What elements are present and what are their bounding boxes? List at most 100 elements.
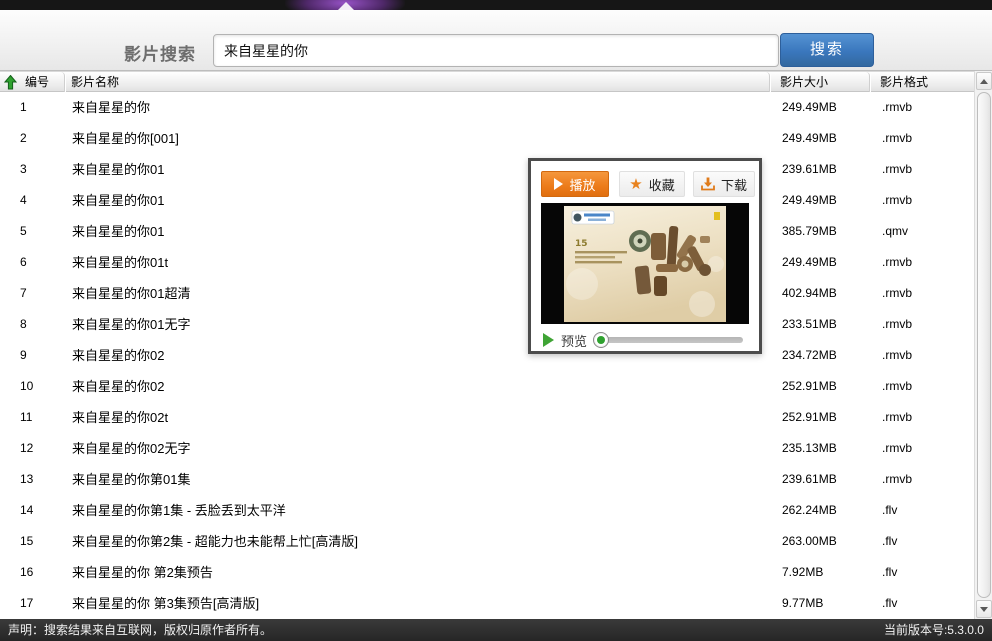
- preview-controls: 预览: [543, 331, 753, 349]
- row-name: 来自星星的你 第3集预告[高清版]: [72, 588, 762, 619]
- column-header-number[interactable]: 编号: [18, 72, 65, 93]
- row-number: 14: [20, 495, 60, 526]
- column-header-format[interactable]: 影片格式: [870, 72, 974, 93]
- column-header-name[interactable]: 影片名称: [65, 72, 770, 93]
- row-format: .flv: [882, 557, 970, 588]
- vertical-scrollbar[interactable]: [974, 71, 992, 619]
- row-format: .flv: [882, 495, 970, 526]
- table-row[interactable]: 12来自星星的你02无字235.13MB.rmvb: [0, 433, 974, 464]
- row-name: 来自星星的你第1集 - 丢脸丢到太平洋: [72, 495, 762, 526]
- row-format: .rmvb: [882, 123, 970, 154]
- table-header: 编号 影片名称 影片大小 影片格式: [0, 71, 974, 92]
- table-row[interactable]: 17来自星星的你 第3集预告[高清版]9.77MB.flv: [0, 588, 974, 619]
- download-button[interactable]: 下载: [693, 171, 755, 197]
- row-format: .rmvb: [882, 247, 970, 278]
- favorite-button-label: 收藏: [649, 175, 675, 194]
- version-text: 当前版本号:5.3.0.0: [884, 619, 984, 641]
- table-row[interactable]: 9来自星星的你02234.72MB.rmvb: [0, 340, 974, 371]
- table-row[interactable]: 6来自星星的你01t249.49MB.rmvb: [0, 247, 974, 278]
- row-format: .rmvb: [882, 433, 970, 464]
- row-number: 17: [20, 588, 60, 619]
- row-size: 249.49MB: [782, 123, 872, 154]
- star-icon: ★: [629, 177, 642, 192]
- video-thumbnail-image: 15: [564, 206, 726, 322]
- row-name: 来自星星的你第01集: [72, 464, 762, 495]
- row-number: 1: [20, 92, 60, 123]
- row-format: .rmvb: [882, 340, 970, 371]
- row-name: 来自星星的你[001]: [72, 123, 762, 154]
- play-icon: [554, 178, 563, 190]
- table-row[interactable]: 8来自星星的你01无字233.51MB.rmvb: [0, 309, 974, 340]
- search-input[interactable]: [213, 34, 779, 67]
- search-label: 影片搜索: [124, 40, 196, 65]
- row-number: 5: [20, 216, 60, 247]
- table-row[interactable]: 16 来自星星的你 第2集预告 7.92MB .flv: [0, 557, 974, 588]
- scroll-up-button[interactable]: [976, 72, 992, 90]
- table-row[interactable]: 3来自星星的你01239.61MB.rmvb: [0, 154, 974, 185]
- row-number: 13: [20, 464, 60, 495]
- table-row[interactable]: 2 来自星星的你[001] 249.49MB .rmvb: [0, 123, 974, 154]
- table-row[interactable]: 11来自星星的你02t252.91MB.rmvb: [0, 402, 974, 433]
- sort-column-header[interactable]: [0, 72, 18, 93]
- favorite-button[interactable]: ★ 收藏: [619, 171, 685, 197]
- table-row[interactable]: 5来自星星的你01385.79MB.qmv: [0, 216, 974, 247]
- row-name: 来自星星的你02t: [72, 402, 762, 433]
- play-button-label: 播放: [569, 175, 595, 194]
- status-bar: 声明：搜索结果来自互联网，版权归原作者所有。 当前版本号:5.3.0.0: [0, 619, 992, 641]
- search-button[interactable]: 搜索: [780, 33, 874, 67]
- results-table: 1来自星星的你249.49MB.rmvb2来自星星的你[001]249.49MB…: [0, 92, 974, 619]
- row-number: 16: [20, 557, 60, 588]
- column-header-size[interactable]: 影片大小: [770, 72, 870, 93]
- download-button-label: 下载: [721, 175, 747, 194]
- row-number: 8: [20, 309, 60, 340]
- row-number: 7: [20, 278, 60, 309]
- sort-up-arrow-icon: [4, 75, 17, 90]
- preview-label: 预览: [561, 331, 587, 350]
- row-size: 249.49MB: [782, 247, 872, 278]
- preview-seek-track[interactable]: [595, 337, 743, 343]
- scroll-down-button[interactable]: [976, 600, 992, 618]
- row-number: 2: [20, 123, 60, 154]
- table-row[interactable]: 4来自星星的你01249.49MB.rmvb: [0, 185, 974, 216]
- row-format: .rmvb: [882, 92, 970, 123]
- row-number: 9: [20, 340, 60, 371]
- row-number: 11: [20, 402, 60, 433]
- up-arrow-icon: [980, 79, 988, 84]
- row-number: 15: [20, 526, 60, 557]
- table-row[interactable]: 10来自星星的你02252.91MB.rmvb: [0, 371, 974, 402]
- row-name: 来自星星的你02: [72, 371, 762, 402]
- row-size: 252.91MB: [782, 371, 872, 402]
- row-size: 402.94MB: [782, 278, 872, 309]
- video-thumbnail[interactable]: 15: [541, 203, 749, 324]
- app-window: 影片搜索 搜索 编号 影片名称 影片大小 影片格式 1来自星星的你249.49M…: [0, 0, 992, 641]
- row-size: 263.00MB: [782, 526, 872, 557]
- row-format: .rmvb: [882, 402, 970, 433]
- table-row[interactable]: 14来自星星的你第1集 - 丢脸丢到太平洋262.24MB.flv: [0, 495, 974, 526]
- row-size: 249.49MB: [782, 185, 872, 216]
- svg-text:15: 15: [575, 239, 588, 249]
- row-name: 来自星星的你 第2集预告: [72, 557, 762, 588]
- row-format: .flv: [882, 526, 970, 557]
- preview-play-icon[interactable]: [543, 333, 554, 347]
- row-number: 12: [20, 433, 60, 464]
- row-size: 239.61MB: [782, 464, 872, 495]
- row-number: 3: [20, 154, 60, 185]
- row-size: 233.51MB: [782, 309, 872, 340]
- row-size: 7.92MB: [782, 557, 872, 588]
- row-size: 249.49MB: [782, 92, 872, 123]
- row-number: 6: [20, 247, 60, 278]
- row-format: .rmvb: [882, 371, 970, 402]
- preview-seek-knob[interactable]: [593, 332, 609, 348]
- row-format: .rmvb: [882, 464, 970, 495]
- table-row[interactable]: 13 来自星星的你第01集 239.61MB .rmvb: [0, 464, 974, 495]
- row-size: 235.13MB: [782, 433, 872, 464]
- download-icon: [701, 177, 715, 191]
- row-format: .flv: [882, 588, 970, 619]
- table-row[interactable]: 15来自星星的你第2集 - 超能力也未能帮上忙[高清版]263.00MB.flv: [0, 526, 974, 557]
- scrollbar-thumb[interactable]: [977, 92, 991, 598]
- table-row[interactable]: 1来自星星的你249.49MB.rmvb: [0, 92, 974, 123]
- top-strip: [0, 0, 992, 10]
- play-button[interactable]: 播放: [541, 171, 609, 197]
- search-panel: 影片搜索 搜索: [0, 10, 992, 71]
- table-row[interactable]: 7来自星星的你01超清402.94MB.rmvb: [0, 278, 974, 309]
